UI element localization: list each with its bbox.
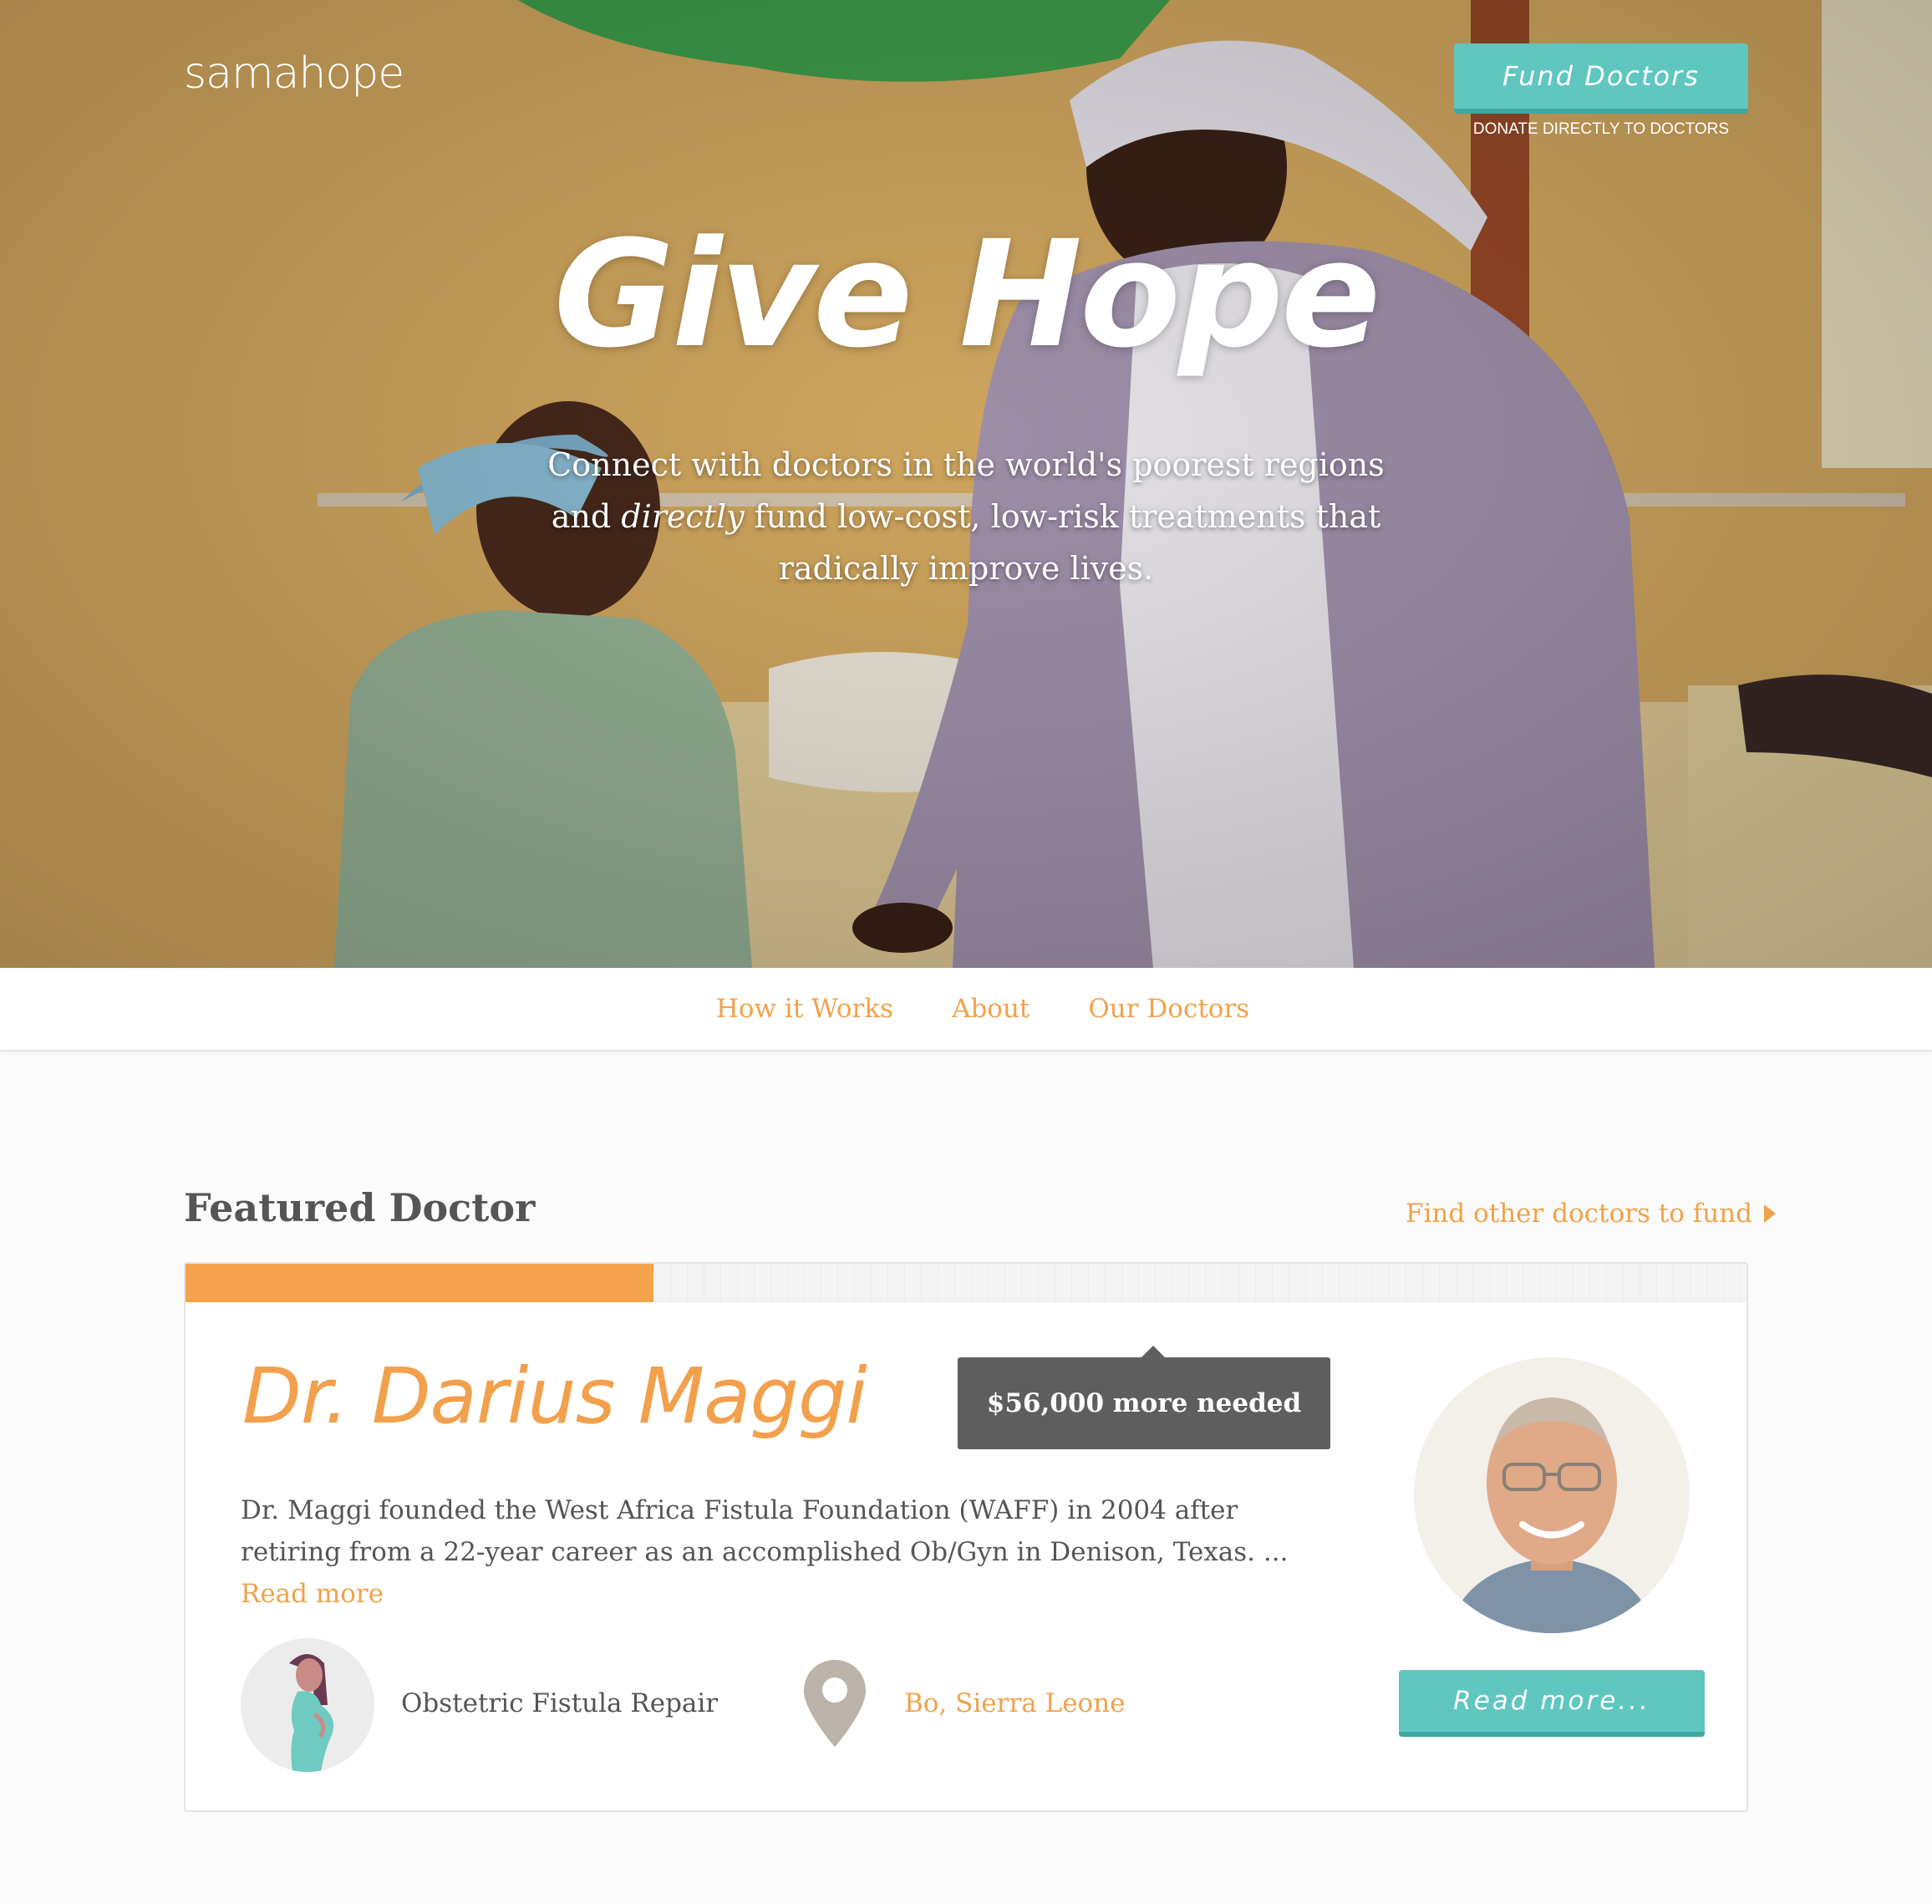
nav-our-doctors[interactable]: Our Doctors bbox=[1088, 994, 1249, 1024]
doctor-bio: Dr. Maggi founded the West Africa Fistul… bbox=[241, 1489, 1327, 1615]
hero-banner: samahope Fund Doctors DONATE DIRECTLY TO… bbox=[0, 0, 1932, 968]
pregnant-woman-icon bbox=[241, 1638, 374, 1772]
hero-subtitle: Connect with doctors in the world's poor… bbox=[543, 439, 1389, 594]
doctor-name[interactable]: Dr. Darius Maggi bbox=[242, 1352, 867, 1441]
amount-needed-tooltip: $56,000 more needed bbox=[958, 1346, 1330, 1449]
nav-how-it-works[interactable]: How it Works bbox=[716, 994, 893, 1024]
fund-doctors-subtitle: DONATE DIRECTLY TO DOCTORS bbox=[1472, 120, 1730, 138]
location-label[interactable]: Bo, Sierra Leone bbox=[904, 1688, 1126, 1718]
logo[interactable]: samahope bbox=[184, 48, 404, 99]
read-more-button[interactable]: Read more... bbox=[1399, 1670, 1705, 1737]
funding-progress-bar bbox=[186, 1264, 1746, 1302]
doctor-portrait bbox=[1414, 1357, 1690, 1633]
hero-subtitle-emphasis: directly bbox=[621, 498, 745, 535]
featured-heading: Featured Doctor bbox=[184, 1185, 536, 1230]
doctor-bio-text: Dr. Maggi founded the West Africa Fistul… bbox=[241, 1495, 1289, 1567]
bio-read-more-link[interactable]: Read more bbox=[241, 1579, 384, 1609]
nav-about[interactable]: About bbox=[952, 994, 1030, 1024]
funding-progress-fill bbox=[186, 1264, 654, 1302]
fund-doctors-button[interactable]: Fund Doctors bbox=[1454, 43, 1748, 114]
hero-subtitle-end: fund low-cost, low-risk treatments that … bbox=[744, 498, 1381, 587]
arrow-right-icon bbox=[1764, 1204, 1776, 1223]
find-other-doctors-label: Find other doctors to fund bbox=[1406, 1199, 1752, 1229]
featured-doctor-card: Dr. Darius Maggi $56,000 more needed Dr.… bbox=[184, 1262, 1748, 1812]
find-other-doctors-link[interactable]: Find other doctors to fund bbox=[1406, 1199, 1776, 1229]
doctor-portrait-image bbox=[1414, 1357, 1690, 1633]
main-nav: How it Works About Our Doctors bbox=[0, 968, 1932, 1051]
map-pin-icon bbox=[804, 1660, 866, 1747]
hero-title: Give Hope bbox=[553, 209, 1381, 380]
treatment-label: Obstetric Fistula Repair bbox=[401, 1688, 719, 1718]
pregnant-woman-graphic bbox=[241, 1638, 374, 1772]
